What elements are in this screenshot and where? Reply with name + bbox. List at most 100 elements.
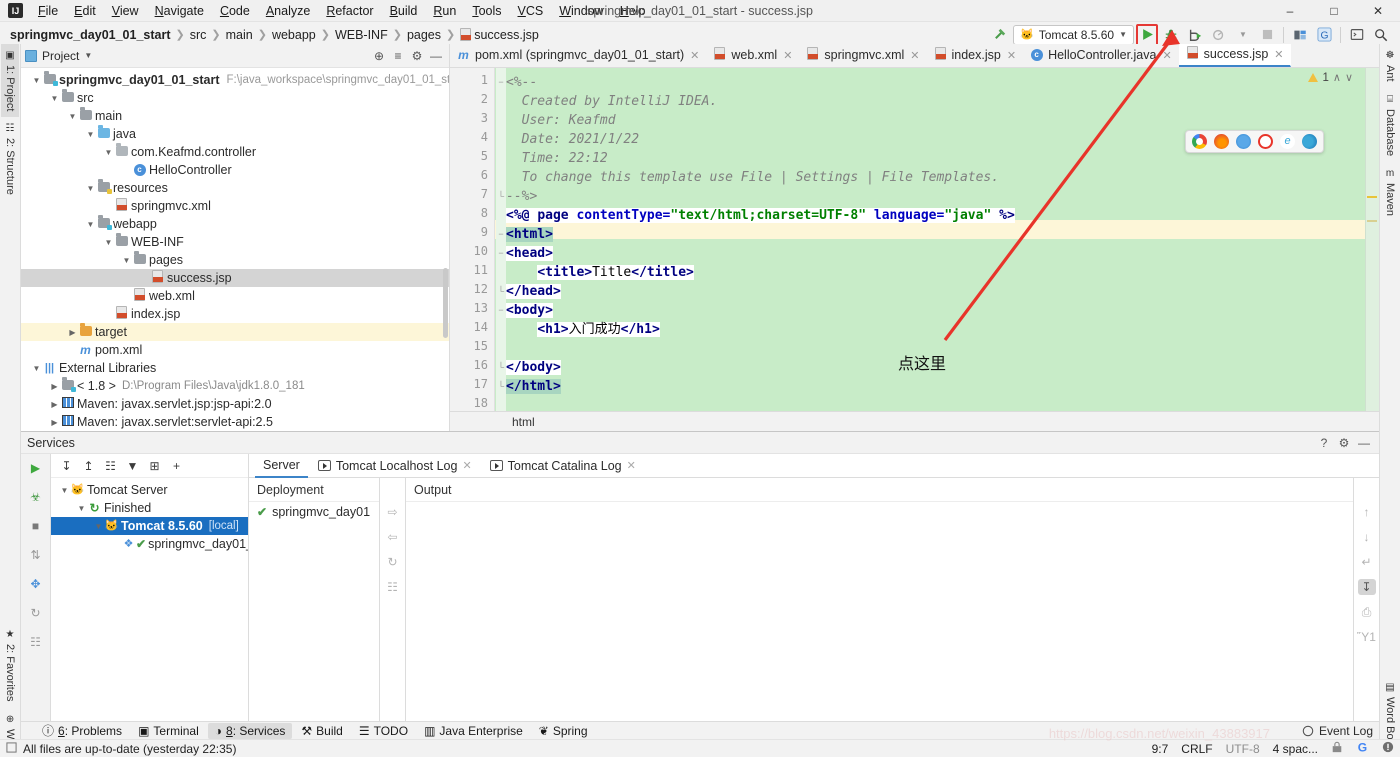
tree-expander[interactable]: ▼ — [103, 238, 114, 247]
editor-gutter[interactable]: 1 2 3 4 5 6 7 8 9 10 11 12 13 14 15 16 17 18 — [450, 68, 495, 411]
tree-row[interactable]: ▼ WEB-INF — [21, 232, 449, 251]
tree-expander[interactable]: ▼ — [121, 256, 132, 265]
minimize-button[interactable]: – — [1268, 0, 1312, 22]
stripe-button-2--favorites[interactable]: ★ 2: Favorites — [1, 623, 19, 707]
output-content[interactable] — [406, 502, 1353, 721]
tree-row[interactable]: ▶ Maven: javax.servlet:servlet-api:2.5 — [21, 413, 449, 431]
fold-marker[interactable]: − — [497, 78, 505, 87]
debug-bug-icon[interactable] — [1160, 24, 1182, 46]
maximize-button[interactable]: □ — [1312, 0, 1356, 22]
fold-marker[interactable]: └ — [497, 382, 505, 391]
fold-marker[interactable]: └ — [497, 287, 505, 296]
refresh-icon[interactable]: ↻ — [384, 554, 402, 570]
soft-wrap-icon[interactable]: ↵ — [1358, 554, 1376, 570]
tree-expander[interactable]: ▼ — [103, 148, 114, 157]
firefox-icon[interactable] — [1214, 134, 1229, 149]
breadcrumb-src[interactable]: src — [186, 27, 211, 43]
hide-icon[interactable]: — — [427, 47, 445, 65]
tree-row[interactable]: ▼ main — [21, 106, 449, 125]
services-tree[interactable]: ▼ 🐱 Tomcat Server ▼ ↻ Finished ▼ 🐱 Tomcat 8.5.60… — [51, 478, 248, 721]
tree-expander[interactable]: ▼ — [31, 364, 42, 373]
run-button[interactable] — [1136, 23, 1158, 46]
opera-icon[interactable] — [1258, 134, 1273, 149]
move-icon[interactable]: ✥ — [26, 575, 46, 593]
tree-expander[interactable]: ▼ — [31, 76, 42, 85]
close-icon[interactable]: ✕ — [908, 49, 919, 62]
deployment-row[interactable]: ✔ springmvc_day01 — [249, 502, 379, 522]
editor-breadcrumbs[interactable]: html — [450, 411, 1379, 431]
stripe-button-2--structure[interactable]: ☷ 2: Structure — [1, 117, 19, 201]
editor-tab-pom[interactable]: m pom.xml (springmvc_day01_01_start) ✕ — [450, 44, 706, 67]
notification-icon[interactable] — [1382, 741, 1394, 756]
run-configuration-selector[interactable]: 🐱 Tomcat 8.5.60 ▼ — [1013, 24, 1134, 45]
clear-all-icon[interactable]: Ὕ1 — [1357, 629, 1376, 645]
stripe-button-database[interactable]: ⌸ Database — [1381, 88, 1399, 162]
tree-expander[interactable]: ▼ — [85, 130, 96, 139]
edit-configuration-icon[interactable]: ☷ — [384, 579, 402, 595]
stop-icon[interactable] — [1256, 24, 1278, 46]
settings-gear-icon[interactable]: ⚙ — [408, 47, 426, 65]
chevron-down-icon[interactable]: ▼ — [1232, 24, 1254, 46]
close-icon[interactable]: ✕ — [1005, 49, 1016, 62]
undeploy-icon[interactable]: ⇦ — [384, 529, 402, 545]
layout-icon[interactable]: ☷ — [26, 633, 46, 651]
tree-row[interactable]: ▼ com.Keafmd.controller — [21, 142, 449, 161]
scroll-down-icon[interactable]: ↓ — [1358, 529, 1376, 545]
tree-row[interactable]: springmvc.xml — [21, 197, 449, 215]
fold-marker[interactable]: − — [497, 306, 505, 315]
tree-row[interactable]: index.jsp — [21, 305, 449, 323]
tree-row[interactable]: ▼ springmvc_day01_01_start F:\java_workspa… — [21, 70, 449, 89]
terminal-icon[interactable] — [1346, 24, 1368, 46]
breadcrumb-springmvc_day01_01_start[interactable]: springmvc_day01_01_start — [6, 27, 175, 43]
chrome-icon[interactable] — [1192, 134, 1207, 149]
close-icon[interactable]: ✕ — [781, 49, 792, 62]
search-icon[interactable] — [1370, 24, 1392, 46]
editor-tab-hellocontroller[interactable]: c HelloController.java ✕ — [1023, 44, 1179, 67]
breadcrumb-webapp[interactable]: webapp — [268, 27, 320, 43]
tree-row[interactable]: m pom.xml — [21, 341, 449, 359]
caret-position[interactable]: 9:7 — [1152, 742, 1169, 756]
code-folding-column[interactable]: − └ − − └ − └ └ — [496, 68, 506, 411]
deploy-icon[interactable]: ⇨ — [384, 504, 402, 520]
tree-expander[interactable]: ▼ — [49, 94, 60, 103]
breadcrumb-main[interactable]: main — [222, 27, 257, 43]
tree-expander[interactable]: ▼ — [67, 112, 78, 121]
inspection-widget[interactable]: 1 ∧ ∨ — [1308, 71, 1353, 84]
expand-all-icon[interactable]: ↧ — [57, 456, 76, 475]
tree-expander[interactable]: ▼ — [85, 220, 96, 229]
internet-explorer-icon[interactable]: e — [1280, 134, 1295, 149]
breadcrumb-success-jsp[interactable]: success.jsp — [456, 27, 543, 43]
run-icon[interactable]: ▶ — [26, 459, 46, 477]
translate-icon[interactable]: G — [1313, 24, 1335, 46]
breadcrumb-pages[interactable]: pages — [403, 27, 445, 43]
stop-icon[interactable]: ■ — [26, 517, 46, 535]
menu-item-file[interactable]: File — [30, 2, 66, 20]
group-by-icon[interactable]: ☷ — [101, 456, 120, 475]
menu-item-run[interactable]: Run — [425, 2, 464, 20]
breadcrumb-web-inf[interactable]: WEB-INF — [331, 27, 392, 43]
editor-tab-success[interactable]: success.jsp ✕ — [1178, 44, 1291, 67]
run-with-coverage-icon[interactable] — [1184, 24, 1206, 46]
menu-item-analyze[interactable]: Analyze — [258, 2, 318, 20]
close-icon[interactable]: ✕ — [688, 49, 699, 62]
close-icon[interactable]: ✕ — [462, 459, 471, 472]
warning-marker[interactable] — [1367, 196, 1377, 198]
add-frame-icon[interactable]: ⊞ — [145, 456, 164, 475]
tree-row[interactable]: web.xml — [21, 287, 449, 305]
tool-window-button-8--services[interactable]: ◑ 8: Services — [207, 722, 293, 739]
services-tab-tomcat-catalina-log[interactable]: Tomcat Catalina Log ✕ — [482, 454, 644, 478]
scroll-to-end-icon[interactable]: ↧ — [1357, 579, 1376, 595]
services-tree-row[interactable]: ▼ 🐱 Tomcat 8.5.60 [local] — [51, 517, 248, 535]
close-icon[interactable]: ✕ — [627, 459, 636, 472]
print-icon[interactable]: ⎙ — [1358, 604, 1376, 620]
event-log-button[interactable]: Event Log — [1302, 724, 1379, 738]
services-tree-row[interactable]: ❖✔springmvc_day01_0 — [51, 535, 248, 553]
fold-marker[interactable]: └ — [497, 363, 505, 372]
tool-window-button-todo[interactable]: ☰ TODO — [352, 723, 415, 739]
help-icon[interactable]: ? — [1315, 434, 1333, 452]
stripe-button-maven[interactable]: m Maven — [1381, 162, 1399, 222]
menu-item-edit[interactable]: Edit — [66, 2, 104, 20]
tool-window-button-spring[interactable]: ❦ Spring — [532, 723, 595, 739]
tree-expander[interactable]: ▼ — [85, 184, 96, 193]
read-only-lock-icon[interactable] — [1331, 741, 1343, 756]
